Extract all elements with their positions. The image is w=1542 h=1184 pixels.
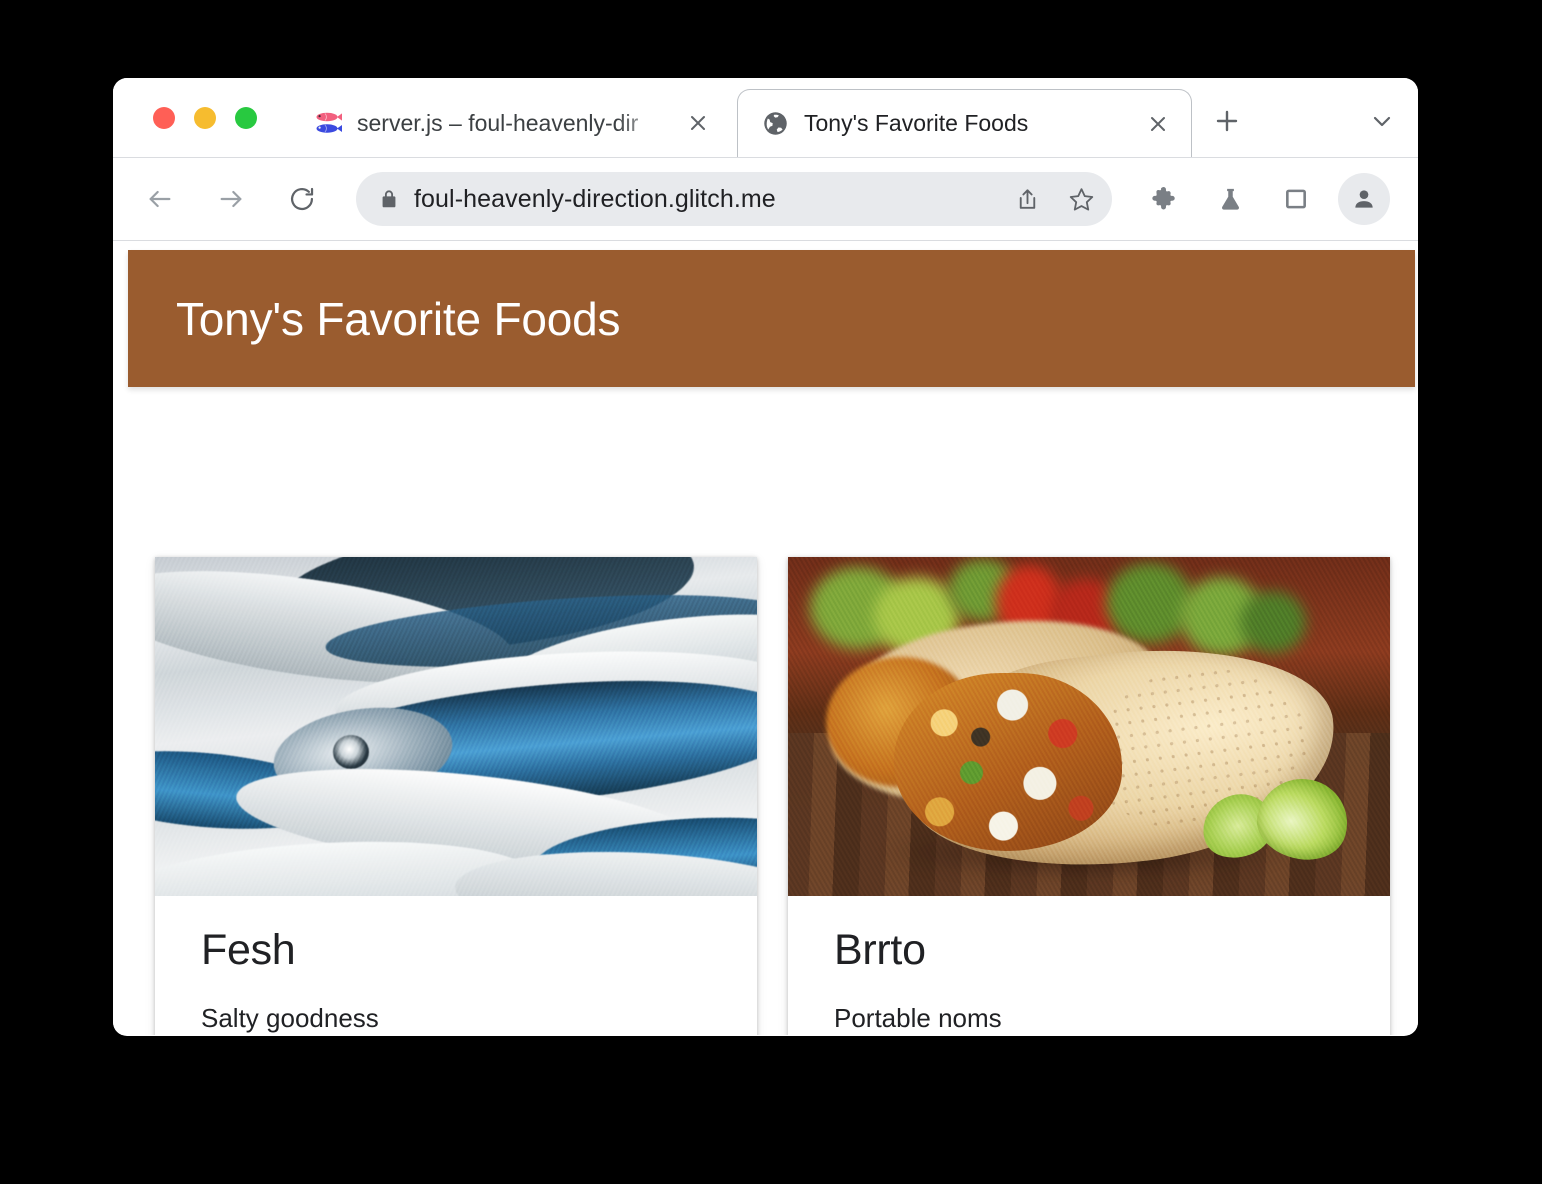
flask-icon[interactable]	[1204, 173, 1256, 225]
chevron-down-icon[interactable]	[1360, 99, 1404, 143]
minimize-window-button[interactable]	[194, 106, 216, 129]
tab-title: server.js – foul-heavenly-dir	[357, 109, 639, 136]
reload-button[interactable]	[277, 174, 327, 224]
card-body: Brrto Portable noms PROS & CONS	[788, 896, 1390, 1035]
address-bar[interactable]: foul-heavenly-direction.glitch.me	[356, 172, 1112, 226]
zoom-window-button[interactable]	[235, 106, 257, 129]
traffic-lights	[153, 106, 257, 129]
page-title: Tony's Favorite Foods	[176, 292, 621, 345]
page-banner: Tony's Favorite Foods	[128, 250, 1415, 387]
browser-window: server.js – foul-heavenly-dir Tony's Fav…	[113, 78, 1418, 1036]
tab-tonys-favorite-foods[interactable]: Tony's Favorite Foods	[737, 89, 1192, 157]
url-text[interactable]: foul-heavenly-direction.glitch.me	[412, 185, 1000, 214]
card-subtitle: Portable noms	[834, 1003, 1002, 1034]
star-icon[interactable]	[1054, 172, 1108, 226]
browser-toolbar: foul-heavenly-direction.glitch.me	[113, 158, 1418, 241]
tabs-container: server.js – foul-heavenly-dir Tony's Fav…	[291, 78, 1192, 157]
card-body: Fesh Salty goodness PROS & CONS	[155, 896, 757, 1035]
fish-photo	[155, 557, 757, 896]
side-panel-icon[interactable]	[1270, 173, 1322, 225]
food-card-grid: Fesh Salty goodness PROS & CONS	[155, 557, 1390, 1035]
share-icon[interactable]	[1000, 172, 1054, 226]
tab-strip: server.js – foul-heavenly-dir Tony's Fav…	[113, 78, 1418, 158]
lock-icon	[366, 188, 412, 210]
tab-close-button[interactable]	[1141, 107, 1175, 141]
card-title: Brrto	[834, 926, 926, 974]
forward-button[interactable]	[206, 174, 256, 224]
close-window-button[interactable]	[153, 106, 175, 129]
card-title: Fesh	[201, 926, 296, 974]
back-button[interactable]	[135, 174, 185, 224]
globe-icon	[760, 109, 790, 139]
page-content: Tony's Favorite Foods Fesh Salty goodnes…	[113, 241, 1418, 1035]
card-subtitle: Salty goodness	[201, 1003, 379, 1034]
carp-streamer-icon	[313, 108, 343, 138]
tab-close-button[interactable]	[681, 106, 715, 140]
person-icon[interactable]	[1338, 173, 1390, 225]
food-card[interactable]: Brrto Portable noms PROS & CONS	[788, 557, 1390, 1035]
tab-server-js[interactable]: server.js – foul-heavenly-dir	[291, 89, 731, 157]
tab-title: Tony's Favorite Foods	[804, 110, 1029, 136]
burrito-photo	[788, 557, 1390, 896]
three-dot-menu-icon[interactable]	[1402, 173, 1418, 225]
food-card[interactable]: Fesh Salty goodness PROS & CONS	[155, 557, 757, 1035]
puzzle-icon[interactable]	[1138, 173, 1190, 225]
new-tab-button[interactable]	[1205, 99, 1249, 143]
